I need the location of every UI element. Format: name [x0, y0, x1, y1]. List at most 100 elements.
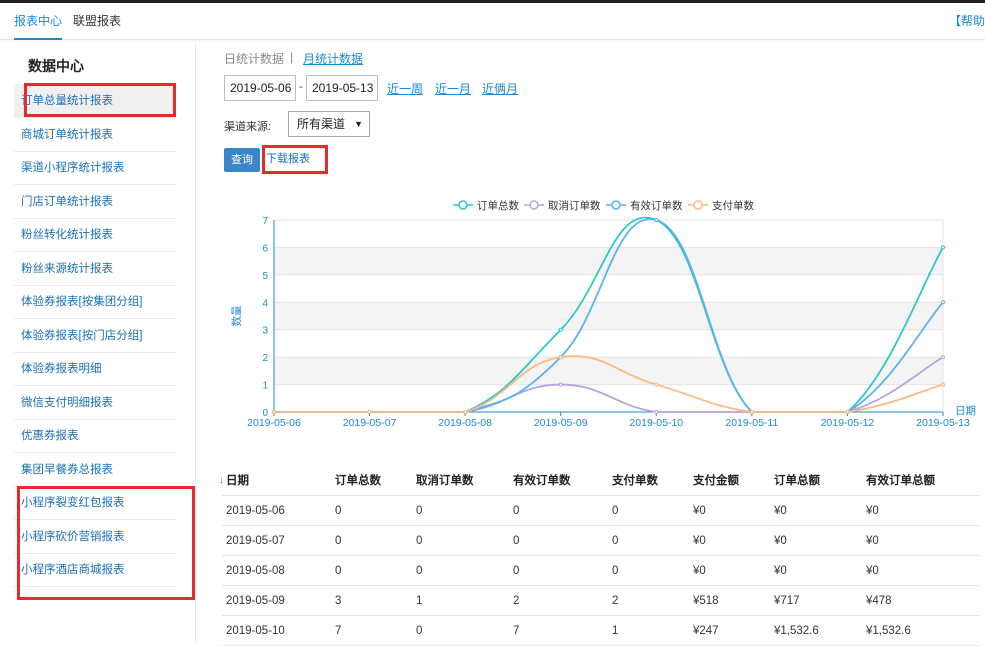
sidebar-item[interactable]: 粉丝转化统计报表: [14, 218, 176, 252]
tab-alliance-report[interactable]: 联盟报表: [73, 3, 121, 40]
quick-month-link[interactable]: 近一月: [435, 80, 471, 97]
legend-label: 订单总数: [477, 199, 519, 212]
table-header-cell[interactable]: 日期: [226, 466, 249, 496]
sidebar-item[interactable]: 体验券报表[按集团分组]: [14, 285, 176, 319]
sidebar-item[interactable]: 小程序裂变红包报表: [14, 486, 176, 520]
tab-report-center[interactable]: 报表中心: [14, 3, 63, 40]
data-point: [845, 410, 850, 414]
sidebar-item[interactable]: 门店订单统计报表: [14, 185, 176, 219]
tab-separator: |: [290, 50, 294, 64]
table-header-cell[interactable]: 取消订单数: [416, 466, 474, 496]
data-point: [845, 410, 850, 414]
data-point: [941, 245, 945, 250]
quick-two-months-link[interactable]: 近俩月: [482, 80, 518, 97]
table-cell: 0: [612, 505, 619, 517]
x-tick-label: 2019-05-09: [534, 417, 588, 429]
table-header-cell[interactable]: 订单总数: [335, 466, 381, 496]
data-point: [463, 410, 468, 414]
table-cell: 1: [416, 595, 423, 607]
sidebar-item[interactable]: 体验券报表明细: [14, 352, 176, 386]
table-cell: 2: [612, 595, 619, 607]
x-tick-label: 2019-05-10: [629, 417, 683, 429]
legend-marker-icon: [529, 200, 539, 210]
data-point: [367, 410, 372, 414]
data-point: [749, 410, 754, 414]
legend-label: 支付单数: [712, 199, 754, 212]
date-dash: -: [299, 81, 303, 93]
help-link[interactable]: 【帮助: [949, 3, 985, 39]
sidebar-title: 数据中心: [28, 58, 84, 74]
sidebar-item[interactable]: 商城订单统计报表: [14, 118, 176, 152]
table-header-cell[interactable]: 有效订单数: [513, 466, 571, 496]
data-point: [654, 218, 659, 222]
tab-monthly-stats[interactable]: 月统计数据: [303, 50, 363, 67]
data-point: [558, 327, 563, 332]
y-tick-label: 4: [262, 298, 268, 309]
table-cell: ¥478: [866, 595, 892, 607]
data-point: [749, 410, 754, 414]
table-cell: ¥0: [774, 565, 787, 577]
table-cell: 0: [513, 565, 520, 577]
data-point: [463, 410, 468, 414]
chart-band: [274, 302, 943, 330]
y-axis-label: 数量: [230, 305, 243, 326]
data-point: [463, 410, 468, 414]
y-tick-label: 3: [262, 326, 268, 337]
start-date-input[interactable]: 2019-05-06: [224, 75, 296, 101]
sidebar-item[interactable]: 集团早餐券总报表: [14, 453, 176, 487]
table-header-cell[interactable]: 有效订单总额: [866, 466, 935, 496]
download-report-button[interactable]: 下载报表: [266, 150, 310, 166]
table-cell: 0: [335, 565, 342, 577]
data-point: [272, 410, 276, 414]
table-cell: ¥717: [774, 595, 800, 607]
table-cell: 3: [335, 595, 342, 607]
query-button[interactable]: 查询: [224, 148, 260, 172]
x-axis-label: 日期: [955, 405, 976, 417]
data-point: [941, 300, 945, 305]
legend-item: 订单总数: [453, 199, 519, 212]
series-line: [274, 355, 944, 413]
sidebar-item[interactable]: 小程序砍价营销报表: [14, 520, 176, 554]
x-tick-label: 2019-05-06: [247, 417, 301, 429]
quick-week-link[interactable]: 近一周: [387, 80, 423, 97]
x-tick-label: 2019-05-11: [725, 417, 778, 429]
sidebar-item[interactable]: 订单总量统计报表: [14, 84, 176, 118]
table-cell: 2: [513, 595, 520, 607]
table-cell: 0: [416, 565, 423, 577]
table-row: 2019-05-09 3 1 2 2 ¥518 ¥717 ¥478: [222, 586, 980, 616]
end-date-input[interactable]: 2019-05-13: [306, 75, 378, 101]
sidebar-item[interactable]: 小程序酒店商城报表: [14, 553, 176, 587]
table-cell: 1: [612, 625, 619, 637]
table-header-cell[interactable]: 支付单数: [612, 466, 658, 496]
table-cell: ¥0: [693, 535, 706, 547]
sidebar-item[interactable]: 优惠券报表: [14, 419, 176, 453]
sidebar-item[interactable]: 微信支付明细报表: [14, 386, 176, 420]
chart-band: [274, 357, 943, 385]
sidebar-item[interactable]: 渠道小程序统计报表: [14, 151, 176, 185]
table-header-cell[interactable]: 订单总额: [774, 466, 820, 496]
legend-marker-icon: [611, 200, 621, 210]
tab-daily-stats[interactable]: 日统计数据: [224, 50, 284, 67]
y-tick-label: 5: [262, 271, 268, 282]
sidebar-item[interactable]: 粉丝来源统计报表: [14, 252, 176, 286]
table-row: 2019-05-07 0 0 0 0 ¥0 ¥0 ¥0: [222, 526, 980, 556]
series-line: [274, 356, 944, 413]
x-tick-label: 2019-05-12: [821, 417, 875, 429]
table-cell: 0: [416, 535, 423, 547]
data-point: [654, 218, 659, 222]
legend-item: 取消订单数: [524, 199, 601, 212]
table-cell: 0: [513, 505, 520, 517]
table-cell: ¥0: [693, 565, 706, 577]
data-point: [367, 410, 372, 414]
chart-band: [274, 247, 943, 275]
data-point: [558, 355, 563, 360]
channel-select[interactable]: 所有渠道 ▼: [288, 111, 370, 137]
table-cell: ¥0: [866, 535, 879, 547]
table-cell: 0: [612, 565, 619, 577]
table-cell: 0: [335, 505, 342, 517]
table-header-cell[interactable]: 支付金额: [693, 466, 739, 496]
sidebar-item[interactable]: 体验券报表[按门店分组]: [14, 319, 176, 353]
y-tick-label: 6: [262, 243, 268, 254]
table-cell: 2019-05-10: [226, 625, 285, 637]
data-point: [272, 410, 276, 414]
